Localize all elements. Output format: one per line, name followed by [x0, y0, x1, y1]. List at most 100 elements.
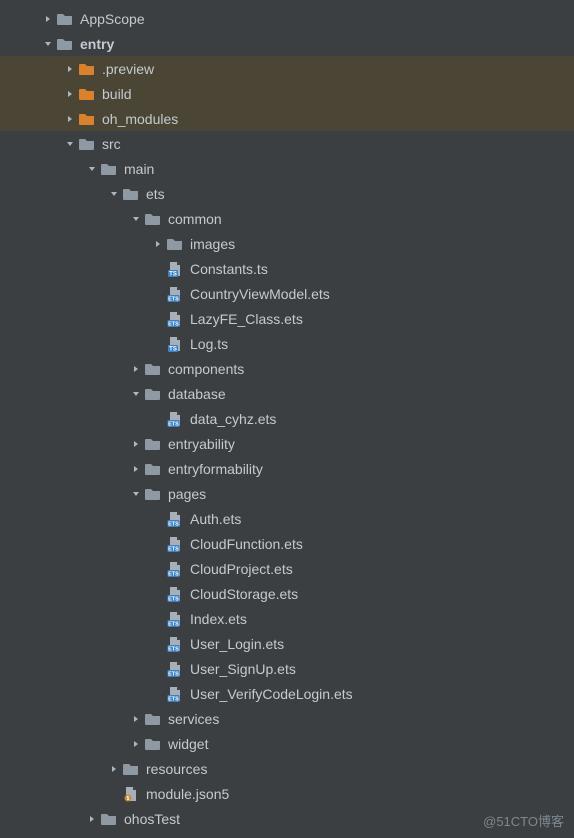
tree-row[interactable]: build	[0, 81, 574, 106]
tree-row[interactable]: common	[0, 206, 574, 231]
chevron-right-icon[interactable]	[128, 715, 144, 723]
folder-gray-icon	[122, 760, 140, 778]
tree-item-label: src	[102, 136, 121, 152]
tree-item-label: entry	[80, 36, 114, 52]
chevron-right-icon[interactable]	[62, 115, 78, 123]
file-ets-icon: ETS	[166, 410, 184, 428]
folder-gray-icon	[144, 360, 162, 378]
tree-row[interactable]: TS Log.ts	[0, 331, 574, 356]
tree-row[interactable]: 5 module.json5	[0, 781, 574, 806]
folder-gray-icon	[100, 160, 118, 178]
chevron-down-icon[interactable]	[62, 140, 78, 148]
svg-text:TS: TS	[169, 346, 177, 352]
tree-row[interactable]: images	[0, 231, 574, 256]
chevron-right-icon[interactable]	[106, 765, 122, 773]
tree-item-label: data_cyhz.ets	[190, 411, 276, 427]
folder-gray-icon	[78, 135, 96, 153]
svg-text:ETS: ETS	[168, 296, 179, 302]
svg-text:ETS: ETS	[168, 571, 179, 577]
tree-item-label: Constants.ts	[190, 261, 268, 277]
tree-row[interactable]: ETSCountryViewModel.ets	[0, 281, 574, 306]
tree-row[interactable]: ETS User_VerifyCodeLogin.ets	[0, 681, 574, 706]
tree-item-label: CloudStorage.ets	[190, 586, 298, 602]
svg-text:ETS: ETS	[168, 521, 179, 527]
tree-item-label: components	[168, 361, 244, 377]
svg-text:ETS: ETS	[168, 671, 179, 677]
tree-row[interactable]: entryformability	[0, 456, 574, 481]
tree-item-label: common	[168, 211, 222, 227]
tree-item-label: Log.ts	[190, 336, 228, 352]
tree-row[interactable]: ETSCloudProject.ets	[0, 556, 574, 581]
file-ts-icon: TS	[166, 260, 184, 278]
chevron-down-icon[interactable]	[106, 190, 122, 198]
tree-item-label: User_Login.ets	[190, 636, 284, 652]
folder-gray-icon	[56, 10, 74, 28]
tree-item-label: build	[102, 86, 132, 102]
svg-text:ETS: ETS	[168, 321, 179, 327]
tree-row[interactable]: components	[0, 356, 574, 381]
tree-row[interactable]: entry	[0, 31, 574, 56]
chevron-right-icon[interactable]	[150, 240, 166, 248]
tree-row[interactable]: TS Constants.ts	[0, 256, 574, 281]
chevron-down-icon[interactable]	[128, 490, 144, 498]
folder-gray-icon	[144, 210, 162, 228]
tree-row[interactable]: pages	[0, 481, 574, 506]
chevron-down-icon[interactable]	[40, 40, 56, 48]
tree-row[interactable]: services	[0, 706, 574, 731]
chevron-right-icon[interactable]	[128, 465, 144, 473]
chevron-down-icon[interactable]	[128, 215, 144, 223]
folder-orange-icon	[78, 60, 96, 78]
tree-row[interactable]: ets	[0, 181, 574, 206]
folder-orange-icon	[78, 85, 96, 103]
tree-row[interactable]: main	[0, 156, 574, 181]
tree-row[interactable]: widget	[0, 731, 574, 756]
tree-row[interactable]: ETSAuth.ets	[0, 506, 574, 531]
chevron-right-icon[interactable]	[128, 740, 144, 748]
file-ets-icon: ETS	[166, 660, 184, 678]
chevron-right-icon[interactable]	[128, 440, 144, 448]
chevron-down-icon[interactable]	[128, 390, 144, 398]
tree-row[interactable]: entryability	[0, 431, 574, 456]
folder-gray-icon	[100, 810, 118, 828]
chevron-right-icon[interactable]	[84, 815, 100, 823]
chevron-right-icon[interactable]	[62, 65, 78, 73]
tree-row[interactable]: src	[0, 131, 574, 156]
tree-row[interactable]: database	[0, 381, 574, 406]
tree-row[interactable]: resources	[0, 756, 574, 781]
tree-row[interactable]: .preview	[0, 56, 574, 81]
tree-item-label: module.json5	[146, 786, 229, 802]
tree-item-label: ets	[146, 186, 165, 202]
svg-text:ETS: ETS	[168, 621, 179, 627]
file-ets-icon: ETS	[166, 635, 184, 653]
chevron-down-icon[interactable]	[84, 165, 100, 173]
tree-row[interactable]: AppScope	[0, 6, 574, 31]
folder-gray-icon	[144, 735, 162, 753]
tree-row[interactable]: ETS Index.ets	[0, 606, 574, 631]
tree-item-label: LazyFE_Class.ets	[190, 311, 303, 327]
tree-item-label: Index.ets	[190, 611, 247, 627]
tree-item-label: oh_modules	[102, 111, 178, 127]
file-json5-icon: 5	[122, 785, 140, 803]
tree-row[interactable]: ETS data_cyhz.ets	[0, 406, 574, 431]
tree-item-label: User_VerifyCodeLogin.ets	[190, 686, 353, 702]
chevron-right-icon[interactable]	[128, 365, 144, 373]
tree-item-label: main	[124, 161, 154, 177]
tree-row[interactable]: ETSCloudFunction.ets	[0, 531, 574, 556]
file-ets-icon: ETS	[166, 585, 184, 603]
chevron-right-icon[interactable]	[40, 15, 56, 23]
watermark-text: @51CTO博客	[483, 811, 564, 830]
tree-item-label: AppScope	[80, 11, 145, 27]
tree-row[interactable]: oh_modules	[0, 106, 574, 131]
chevron-right-icon[interactable]	[62, 90, 78, 98]
tree-row[interactable]: ETS LazyFE_Class.ets	[0, 306, 574, 331]
svg-text:5: 5	[127, 796, 130, 802]
tree-row[interactable]: ETS User_Login.ets	[0, 631, 574, 656]
folder-gray-icon	[144, 460, 162, 478]
tree-item-label: User_SignUp.ets	[190, 661, 296, 677]
tree-row[interactable]: ETS CloudStorage.ets	[0, 581, 574, 606]
file-ets-icon: ETS	[166, 685, 184, 703]
tree-item-label: services	[168, 711, 219, 727]
tree-row[interactable]: ETS User_SignUp.ets	[0, 656, 574, 681]
svg-text:ETS: ETS	[168, 646, 179, 652]
svg-text:ETS: ETS	[168, 546, 179, 552]
